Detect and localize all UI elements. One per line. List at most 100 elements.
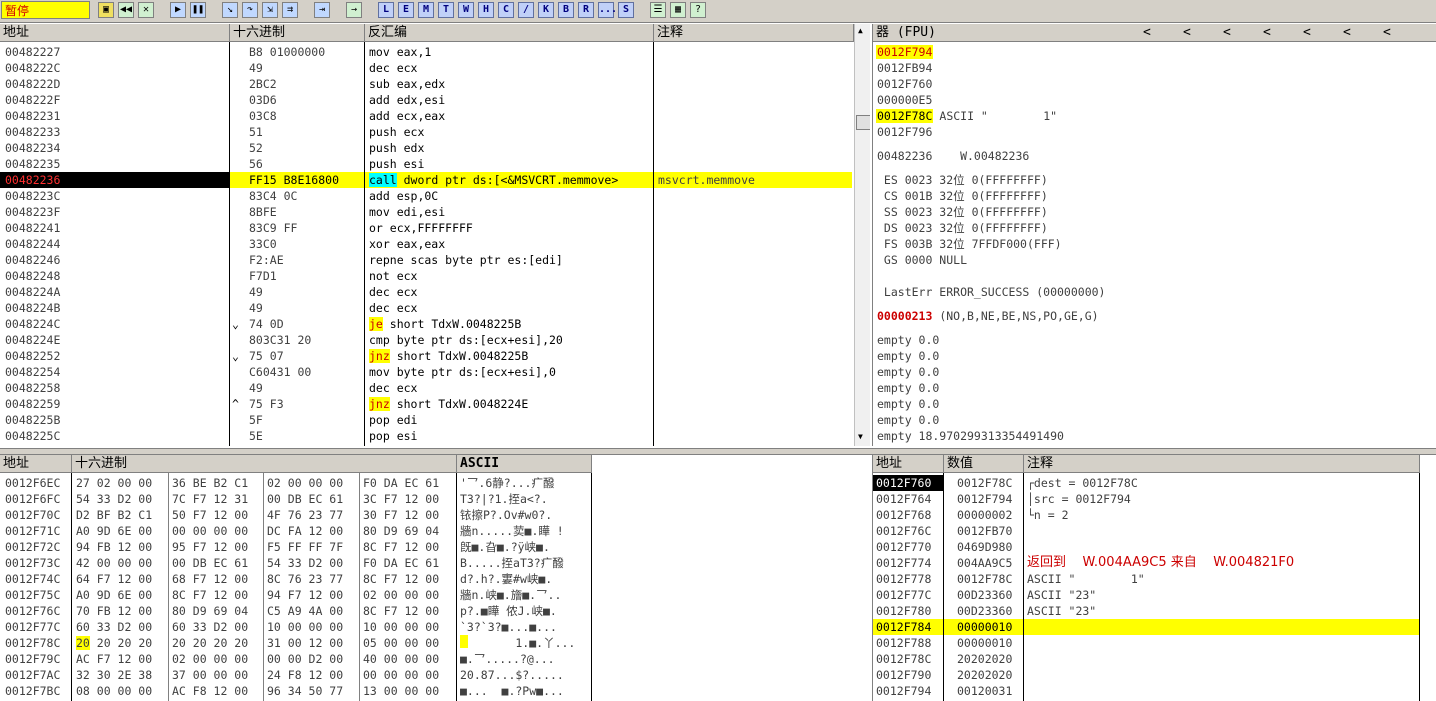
disasm-row[interactable]: 0048224A 49 dec ecx <box>0 284 854 300</box>
register-row[interactable]: 0012F796 <box>876 124 939 140</box>
toolbar-H-button[interactable]: H <box>478 2 494 18</box>
fpu-register[interactable]: empty 0.0 <box>877 348 939 364</box>
dump-row[interactable]: 0012F76C 70 FB 12 00 80 D9 69 04 C5 A9 4A 0… <box>0 603 600 619</box>
disasm-row[interactable]: 00482246 F2:AE repne scas byte ptr es:[edi… <box>0 252 854 268</box>
fpu-register[interactable]: empty 18.970299313354491490 <box>877 428 1064 444</box>
dump-row[interactable]: 0012F70C D2 BF B2 C1 50 F7 12 00 4F 76 23 7… <box>0 507 600 523</box>
fpu-register[interactable]: empty 0.0 <box>877 332 939 348</box>
disasm-row[interactable]: 0048222D 2BC2 sub eax,edx <box>0 76 854 92</box>
disasm-row[interactable]: 00482244 33C0 xor eax,eax <box>0 236 854 252</box>
register-scroll-left-icon[interactable]: < <box>1183 25 1195 41</box>
stack-row[interactable]: 0012F778 0012F78C ASCII " 1" <box>873 571 1420 587</box>
fpu-register[interactable]: empty 0.0 <box>877 412 939 428</box>
dump-row[interactable]: 0012F73C 42 00 00 00 00 DB EC 61 54 33 D2 0… <box>0 555 600 571</box>
dump-row[interactable]: 0012F6FC 54 33 D2 00 7C F7 12 31 00 DB EC 6… <box>0 491 600 507</box>
segment-register[interactable]: DS 0023 32位 0(FFFFFFFF) <box>877 220 1048 236</box>
dump-row[interactable]: 0012F6EC 27 02 00 00 36 BE B2 C1 02 00 00 0… <box>0 475 600 491</box>
register-scroll-left-icon[interactable]: < <box>1303 25 1315 41</box>
disasm-row[interactable]: 0048223C 83C4 0C add esp,0C <box>0 188 854 204</box>
toolbar-ellipsis-button[interactable]: ... <box>598 2 617 18</box>
goto-icon[interactable]: → <box>346 2 362 18</box>
dump-row[interactable]: 0012F74C 64 F7 12 00 68 F7 12 00 8C 76 23 7… <box>0 571 600 587</box>
register-row[interactable]: 0012F794 <box>876 44 939 60</box>
stack-row[interactable]: 0012F774 004AA9C5 返回到 W.004AA9C5 来自 W.0048… <box>873 555 1420 571</box>
dump-row[interactable]: 0012F7AC 32 30 2E 38 37 00 00 00 24 F8 12 0… <box>0 667 600 683</box>
scroll-down-icon[interactable]: ▼ <box>858 432 863 441</box>
close-icon[interactable]: ✕ <box>138 2 154 18</box>
disasm-row[interactable]: 0048222C 49 dec ecx <box>0 60 854 76</box>
fpu-register[interactable]: empty 0.0 <box>877 380 939 396</box>
register-scroll-left-icon[interactable]: < <box>1223 25 1235 41</box>
disasm-row[interactable]: 00482234 52 push edx <box>0 140 854 156</box>
eip-register[interactable]: 00482236 W.00482236 <box>877 148 1029 164</box>
stack-header-value[interactable]: 数值 <box>944 455 1024 473</box>
disasm-row[interactable]: 00482227 B8 01000000 mov eax,1 <box>0 44 854 60</box>
dump-row[interactable]: 0012F78C 20 20 20 20 20 20 20 20 31 00 12 0… <box>0 635 600 651</box>
stack-row[interactable]: 0012F76C 0012FB70 <box>873 523 1420 539</box>
disasm-row[interactable]: 0048225B 5F pop edi <box>0 412 854 428</box>
grid-icon[interactable]: ▦ <box>670 2 686 18</box>
dump-row[interactable]: 0012F75C A0 9D 6E 00 8C F7 12 00 94 F7 12 0… <box>0 587 600 603</box>
stack-header-comment[interactable]: 注释 <box>1024 455 1420 473</box>
toolbar-slash-button[interactable]: / <box>518 2 534 18</box>
toolbar-R-button[interactable]: R <box>578 2 594 18</box>
toolbar-E-button[interactable]: E <box>398 2 414 18</box>
disasm-row[interactable]: 00482233 51 push ecx <box>0 124 854 140</box>
disasm-row[interactable]: 0048223F 8BFE mov edi,esi <box>0 204 854 220</box>
toolbar-S-button[interactable]: S <box>618 2 634 18</box>
segment-register[interactable]: CS 001B 32位 0(FFFFFFFF) <box>877 188 1048 204</box>
register-row[interactable]: 000000E5 <box>876 92 939 108</box>
disasm-scrollbar[interactable]: ▲ ▼ <box>854 24 870 446</box>
fpu-register[interactable]: empty 0.0 <box>877 364 939 380</box>
dump-row[interactable]: 0012F72C 94 FB 12 00 95 F7 12 00 F5 FF FF 7… <box>0 539 600 555</box>
stack-row[interactable]: 0012F760 0012F78C ┌dest = 0012F78C <box>873 475 1420 491</box>
disasm-row[interactable]: 0048222F 03D6 add edx,esi <box>0 92 854 108</box>
segment-register[interactable]: SS 0023 32位 0(FFFFFFFF) <box>877 204 1048 220</box>
restart-icon[interactable]: ◀◀ <box>118 2 134 18</box>
toolbar-L-button[interactable]: L <box>378 2 394 18</box>
disasm-row[interactable]: 00482254 C60431 00 mov byte ptr ds:[ecx+es… <box>0 364 854 380</box>
stack-row[interactable]: 0012F784 00000010 <box>873 619 1420 635</box>
step-over-icon[interactable]: ↷ <box>242 2 258 18</box>
disasm-row[interactable]: 00482259 ^ 75 F3 jnz short TdxW.0048224E <box>0 396 854 412</box>
disasm-header-comment[interactable]: 注释 <box>654 24 854 42</box>
stack-row[interactable]: 0012F768 00000002 └n = 2 <box>873 507 1420 523</box>
dump-row[interactable]: 0012F77C 60 33 D2 00 60 33 D2 00 10 00 00 0… <box>0 619 600 635</box>
disasm-row[interactable]: 0048224E 803C31 20 cmp byte ptr ds:[ecx+es… <box>0 332 854 348</box>
disasm-row[interactable]: 00482235 56 push esi <box>0 156 854 172</box>
pane-splitter[interactable] <box>0 448 1436 455</box>
stack-row[interactable]: 0012F788 00000010 <box>873 635 1420 651</box>
disasm-header-addr[interactable]: 地址 <box>0 24 230 42</box>
list-icon[interactable]: ☰ <box>650 2 666 18</box>
trace-over-icon[interactable]: ⇉ <box>282 2 298 18</box>
disasm-row[interactable]: 0048224C ⌄ 74 0D je short TdxW.0048225B <box>0 316 854 332</box>
segment-register[interactable]: ES 0023 32位 0(FFFFFFFF) <box>877 172 1048 188</box>
dump-row[interactable]: 0012F79C AC F7 12 00 02 00 00 00 00 00 D2 0… <box>0 651 600 667</box>
segment-register[interactable]: GS 0000 NULL <box>877 252 967 268</box>
dump-row[interactable]: 0012F7BC 08 00 00 00 AC F8 12 00 96 34 50 7… <box>0 683 600 699</box>
register-row[interactable]: 0012F78C ASCII " 1" <box>876 108 1057 124</box>
stack-row[interactable]: 0012F78C 20202020 <box>873 651 1420 667</box>
stack-row[interactable]: 0012F764 0012F794 │src = 0012F794 <box>873 491 1420 507</box>
disasm-header-asm[interactable]: 反汇编 <box>365 24 654 42</box>
pause-icon[interactable]: ❚❚ <box>190 2 206 18</box>
eflags-register[interactable]: 00000213 (NO,B,NE,BE,NS,PO,GE,G) <box>877 308 1099 324</box>
register-row[interactable]: 0012F760 <box>876 76 939 92</box>
toolbar-T-button[interactable]: T <box>438 2 454 18</box>
fpu-register[interactable]: empty 0.0 <box>877 396 939 412</box>
toolbar-B-button[interactable]: B <box>558 2 574 18</box>
trace-into-icon[interactable]: ⇲ <box>262 2 278 18</box>
toolbar-W-button[interactable]: W <box>458 2 474 18</box>
disasm-row[interactable]: 00482252 ⌄ 75 07 jnz short TdxW.0048225B <box>0 348 854 364</box>
toolbar-C-button[interactable]: C <box>498 2 514 18</box>
register-scroll-left-icon[interactable]: < <box>1343 25 1355 41</box>
segment-register[interactable]: FS 003B 32位 7FFDF000(FFF) <box>877 236 1062 252</box>
step-into-icon[interactable]: ↘ <box>222 2 238 18</box>
disasm-row[interactable]: 0048224B 49 dec ecx <box>0 300 854 316</box>
execute-till-return-icon[interactable]: ⇥ <box>314 2 330 18</box>
dump-row[interactable]: 0012F71C A0 9D 6E 00 00 00 00 00 DC FA 12 0… <box>0 523 600 539</box>
stack-row[interactable]: 0012F780 00D23360 ASCII "23" <box>873 603 1420 619</box>
dump-header-ascii[interactable]: ASCII <box>457 455 592 473</box>
disasm-row[interactable]: 00482258 49 dec ecx <box>0 380 854 396</box>
register-row[interactable]: 0012FB94 <box>876 60 939 76</box>
